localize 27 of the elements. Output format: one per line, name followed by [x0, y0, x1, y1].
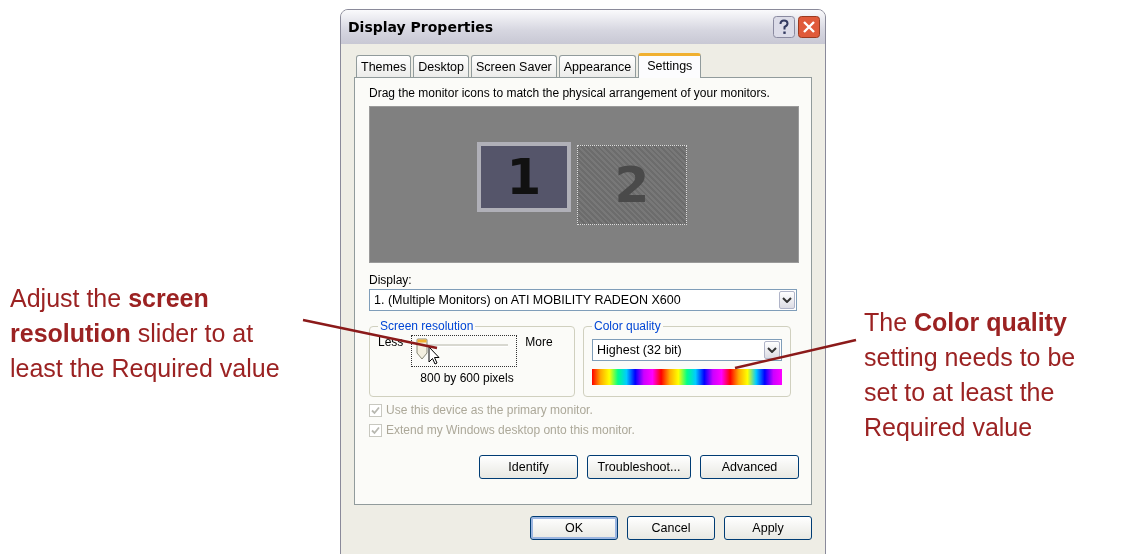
annotation-text: Adjust the screen resolution slider to at least the Required value: [10, 283, 281, 384]
panel-button[interactable]: Troubleshoot...: [587, 455, 691, 479]
group-title: Color quality: [593, 319, 662, 333]
close-icon[interactable]: [798, 16, 820, 38]
help-icon[interactable]: [773, 16, 795, 38]
tab[interactable]: Themes: [356, 55, 412, 77]
tab[interactable]: Appearance: [558, 55, 637, 77]
display-dropdown[interactable]: 1. (Multiple Monitors) on ATI MOBILITY RADEON X600: [369, 289, 797, 311]
window-title: Display Properties: [348, 19, 494, 35]
group-title: Screen resolution: [379, 319, 475, 333]
resolution-slider[interactable]: [411, 335, 518, 367]
tab[interactable]: Screen Saver: [471, 55, 557, 77]
annotation-text: The Color quality setting needs to be set to at least the Required value: [864, 307, 1077, 443]
dialog-button[interactable]: OK: [530, 516, 618, 540]
tab[interactable]: Settings: [638, 53, 702, 78]
tab[interactable]: Desktop: [413, 55, 469, 77]
panel-button[interactable]: Identify: [479, 455, 578, 479]
dialog-button[interactable]: Apply: [724, 516, 812, 540]
dialog-button[interactable]: Cancel: [627, 516, 715, 540]
resolution-value: 800 by 600 pixels: [419, 371, 515, 385]
panel-button[interactable]: Advanced: [700, 455, 799, 479]
mouse-cursor-icon: [428, 346, 441, 365]
display-label: Display:: [369, 273, 413, 287]
color-quality-dropdown[interactable]: Highest (32 bit): [592, 339, 782, 361]
more-label: More: [525, 335, 553, 349]
instruction-text: Drag the monitor icons to match the physical arrangement of your monitors.: [369, 86, 771, 100]
slider-thumb[interactable]: [416, 338, 429, 360]
